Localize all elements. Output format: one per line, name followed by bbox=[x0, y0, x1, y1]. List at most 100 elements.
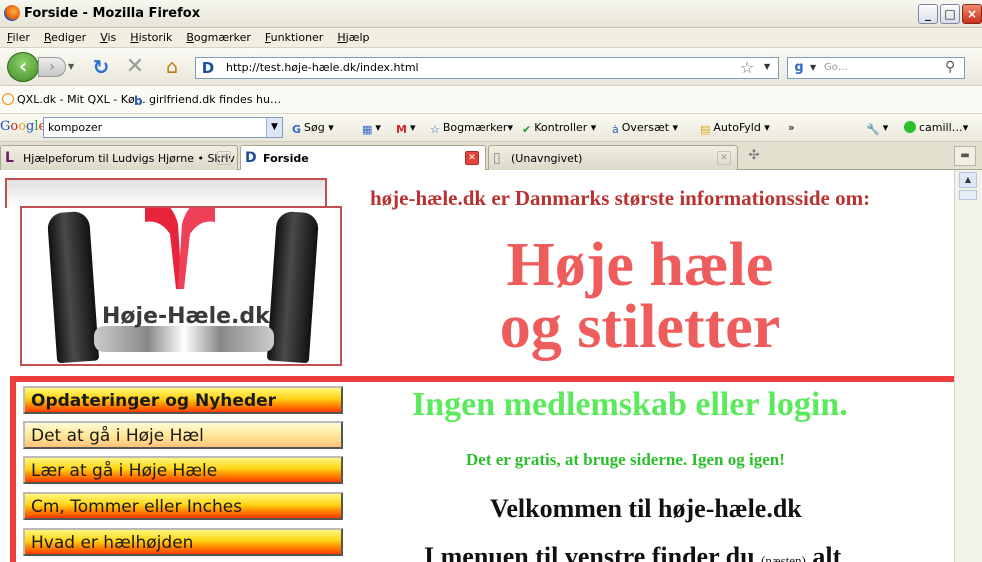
url-text[interactable]: http://test.høje-hæle.dk/index.html bbox=[226, 61, 419, 74]
google-logo[interactable]: Google bbox=[0, 119, 46, 134]
google-search-input[interactable]: kompozer ▼ bbox=[43, 117, 283, 138]
red-stiletto-image bbox=[145, 208, 215, 289]
window-title: Forside - Mozilla Firefox bbox=[24, 6, 201, 21]
logo-top-frame bbox=[5, 178, 327, 208]
menu-bar: Filer Rediger Vis Historik Bogmærker Funktion… bbox=[0, 28, 982, 48]
site-favicon-icon: D bbox=[245, 150, 257, 166]
spellcheck-button[interactable]: ✔ Kontroller ▾ bbox=[522, 121, 596, 136]
title-line-1: Høje hæle bbox=[506, 231, 774, 299]
search-icon[interactable]: ⚲ bbox=[945, 59, 955, 75]
close-button[interactable]: × bbox=[962, 4, 982, 24]
boot-left bbox=[46, 210, 100, 364]
silver-shoes-image bbox=[94, 326, 274, 352]
more-toolbar-button[interactable]: » bbox=[788, 121, 795, 134]
tab-close-icon[interactable]: ✕ bbox=[717, 151, 731, 165]
minimize-button[interactable]: _ bbox=[918, 4, 938, 24]
google-query-dropdown[interactable]: ▼ bbox=[266, 118, 282, 137]
autofill-button[interactable]: ▤ AutoFyld ▾ bbox=[700, 121, 770, 136]
blank-page-icon: ▯ bbox=[493, 150, 501, 166]
scroll-up-button[interactable]: ▲ bbox=[959, 172, 977, 188]
page-content: Høje-Hæle.dk høje-hæle.dk er Danmarks st… bbox=[0, 170, 954, 562]
page-tagline: høje-hæle.dk er Danmarks største informa… bbox=[370, 186, 871, 210]
google-query[interactable]: kompozer bbox=[48, 121, 102, 134]
firefox-icon bbox=[4, 5, 20, 21]
no-membership-heading: Ingen medlemskab eller login. bbox=[412, 386, 848, 423]
qxl-icon bbox=[2, 93, 14, 105]
search-box[interactable]: g ▼ Go… ⚲ bbox=[787, 57, 965, 79]
menu-heel-height[interactable]: Hvad er hælhøjden bbox=[23, 528, 343, 556]
wrench-icon: 🔧 bbox=[866, 123, 880, 136]
arrow-left-icon: ‹ bbox=[18, 54, 28, 78]
gmail-button[interactable]: M ▾ bbox=[396, 121, 415, 136]
reload-button[interactable]: ↻ bbox=[90, 56, 112, 78]
google-engine-icon[interactable]: g bbox=[790, 59, 808, 77]
translate-button[interactable]: ȧ Oversæt ▾ bbox=[612, 121, 678, 136]
site-favicon-icon: D bbox=[201, 59, 215, 77]
main-content: Ingen medlemskab eller login. Det er gra… bbox=[356, 382, 954, 562]
new-tab-button[interactable]: ✣ bbox=[742, 148, 766, 166]
home-icon: ⌂ bbox=[165, 56, 179, 78]
autofill-icon: ▤ bbox=[700, 123, 711, 136]
menu-view[interactable]: Vis bbox=[93, 28, 123, 44]
menu-updates[interactable]: Opdateringer og Nyheder bbox=[23, 386, 343, 414]
navigation-toolbar: ‹ › ▼ ↻ ✕ ⌂ D http://test.høje-hæle.dk/i… bbox=[0, 48, 982, 86]
account-status-icon bbox=[904, 121, 916, 133]
boot-right bbox=[266, 210, 320, 364]
google-toolbar: Google kompozer ▼ GSøg ▾ ▦▾ M▾ ☆Bogmærke… bbox=[0, 114, 982, 142]
side-menu: Opdateringer og Nyheder Det at gå i Høje… bbox=[16, 382, 352, 562]
google-bookmarks-button[interactable]: ☆ Bogmærker▾ bbox=[430, 121, 513, 136]
maximize-button[interactable]: □ bbox=[940, 4, 960, 24]
menu-help[interactable]: Hjælp bbox=[330, 28, 376, 44]
menu-learn-walk[interactable]: Lær at gå i Høje Hæle bbox=[23, 456, 343, 484]
calendar-icon: ▦ bbox=[362, 123, 373, 136]
tab-close-icon[interactable]: ✕ bbox=[465, 151, 479, 165]
vertical-scrollbar[interactable]: ▲ bbox=[954, 170, 982, 562]
menu-tools[interactable]: Funktioner bbox=[258, 28, 330, 44]
address-bar[interactable]: D http://test.høje-hæle.dk/index.html ☆ … bbox=[195, 57, 779, 79]
arrow-right-icon: › bbox=[49, 59, 55, 75]
tab-unnamed[interactable]: ▯ (Unavngivet) ✕ bbox=[488, 145, 738, 170]
tab-close-icon[interactable]: ✕ bbox=[217, 151, 231, 165]
search-placeholder[interactable]: Go… bbox=[824, 62, 848, 73]
google-search-button[interactable]: G Søg ▾ bbox=[292, 121, 334, 136]
url-dropdown[interactable]: ▼ bbox=[764, 62, 770, 71]
stop-button[interactable]: ✕ bbox=[124, 56, 146, 78]
google-g-icon: G bbox=[292, 123, 302, 136]
title-bar: Forside - Mozilla Firefox _ □ × bbox=[0, 0, 982, 28]
title-line-2: og stiletter bbox=[499, 293, 781, 361]
welcome-heading: Velkommen til høje-hæle.dk bbox=[490, 494, 802, 523]
bookmark-star-icon[interactable]: ☆ bbox=[740, 58, 754, 77]
page-title: Høje hæle og stiletter bbox=[440, 234, 840, 358]
tab-bar: L Hjælpeforum til Ludvigs Hjørne • Skriv… bbox=[0, 142, 982, 171]
engine-dropdown[interactable]: ▼ bbox=[810, 63, 816, 72]
spellcheck-icon: ✔ bbox=[522, 123, 532, 136]
free-usage-text: Det er gratis, at bruge siderne. Igen og… bbox=[466, 450, 785, 469]
history-dropdown[interactable]: ▼ bbox=[68, 62, 74, 71]
account-button[interactable]: camill…▾ bbox=[904, 121, 968, 134]
bookmark-qxl[interactable]: QXL.dk - Mit QXL - Kø… bbox=[2, 93, 146, 106]
gmail-icon: M bbox=[396, 123, 407, 136]
reload-icon: ↻ bbox=[92, 55, 110, 79]
scroll-thumb[interactable] bbox=[959, 190, 977, 200]
tab-forside[interactable]: D Forside ✕ bbox=[240, 145, 486, 171]
forward-button[interactable]: › bbox=[38, 57, 66, 77]
tab-list-button[interactable]: ▬ bbox=[954, 146, 976, 166]
menu-bookmarks[interactable]: Bogmærker bbox=[179, 28, 258, 44]
tab-helpforum[interactable]: L Hjælpeforum til Ludvigs Hjørne • Skriv… bbox=[0, 145, 238, 170]
menu-description: I menuen til venstre finder du (næsten) … bbox=[424, 542, 842, 562]
stop-icon: ✕ bbox=[125, 54, 145, 79]
settings-wrench-button[interactable]: 🔧 ▾ bbox=[866, 121, 888, 136]
google-calendar-button[interactable]: ▦ ▾ bbox=[362, 121, 381, 136]
logo-image[interactable]: Høje-Hæle.dk bbox=[20, 206, 342, 366]
back-button[interactable]: ‹ bbox=[7, 52, 39, 82]
star-icon: ☆ bbox=[430, 123, 440, 136]
menu-file[interactable]: Filer bbox=[0, 28, 37, 44]
menu-edit[interactable]: Rediger bbox=[37, 28, 93, 44]
menu-units[interactable]: Cm, Tommer eller Inches bbox=[23, 492, 343, 520]
menu-history[interactable]: Historik bbox=[123, 28, 179, 44]
home-button[interactable]: ⌂ bbox=[160, 56, 184, 78]
translate-icon: ȧ bbox=[612, 123, 619, 136]
bookmark-girlfriend[interactable]: b girlfriend.dk findes hu… bbox=[134, 93, 281, 107]
menu-walking-heels[interactable]: Det at gå i Høje Hæl bbox=[23, 421, 343, 449]
ludvigs-favicon-icon: L bbox=[5, 150, 14, 166]
